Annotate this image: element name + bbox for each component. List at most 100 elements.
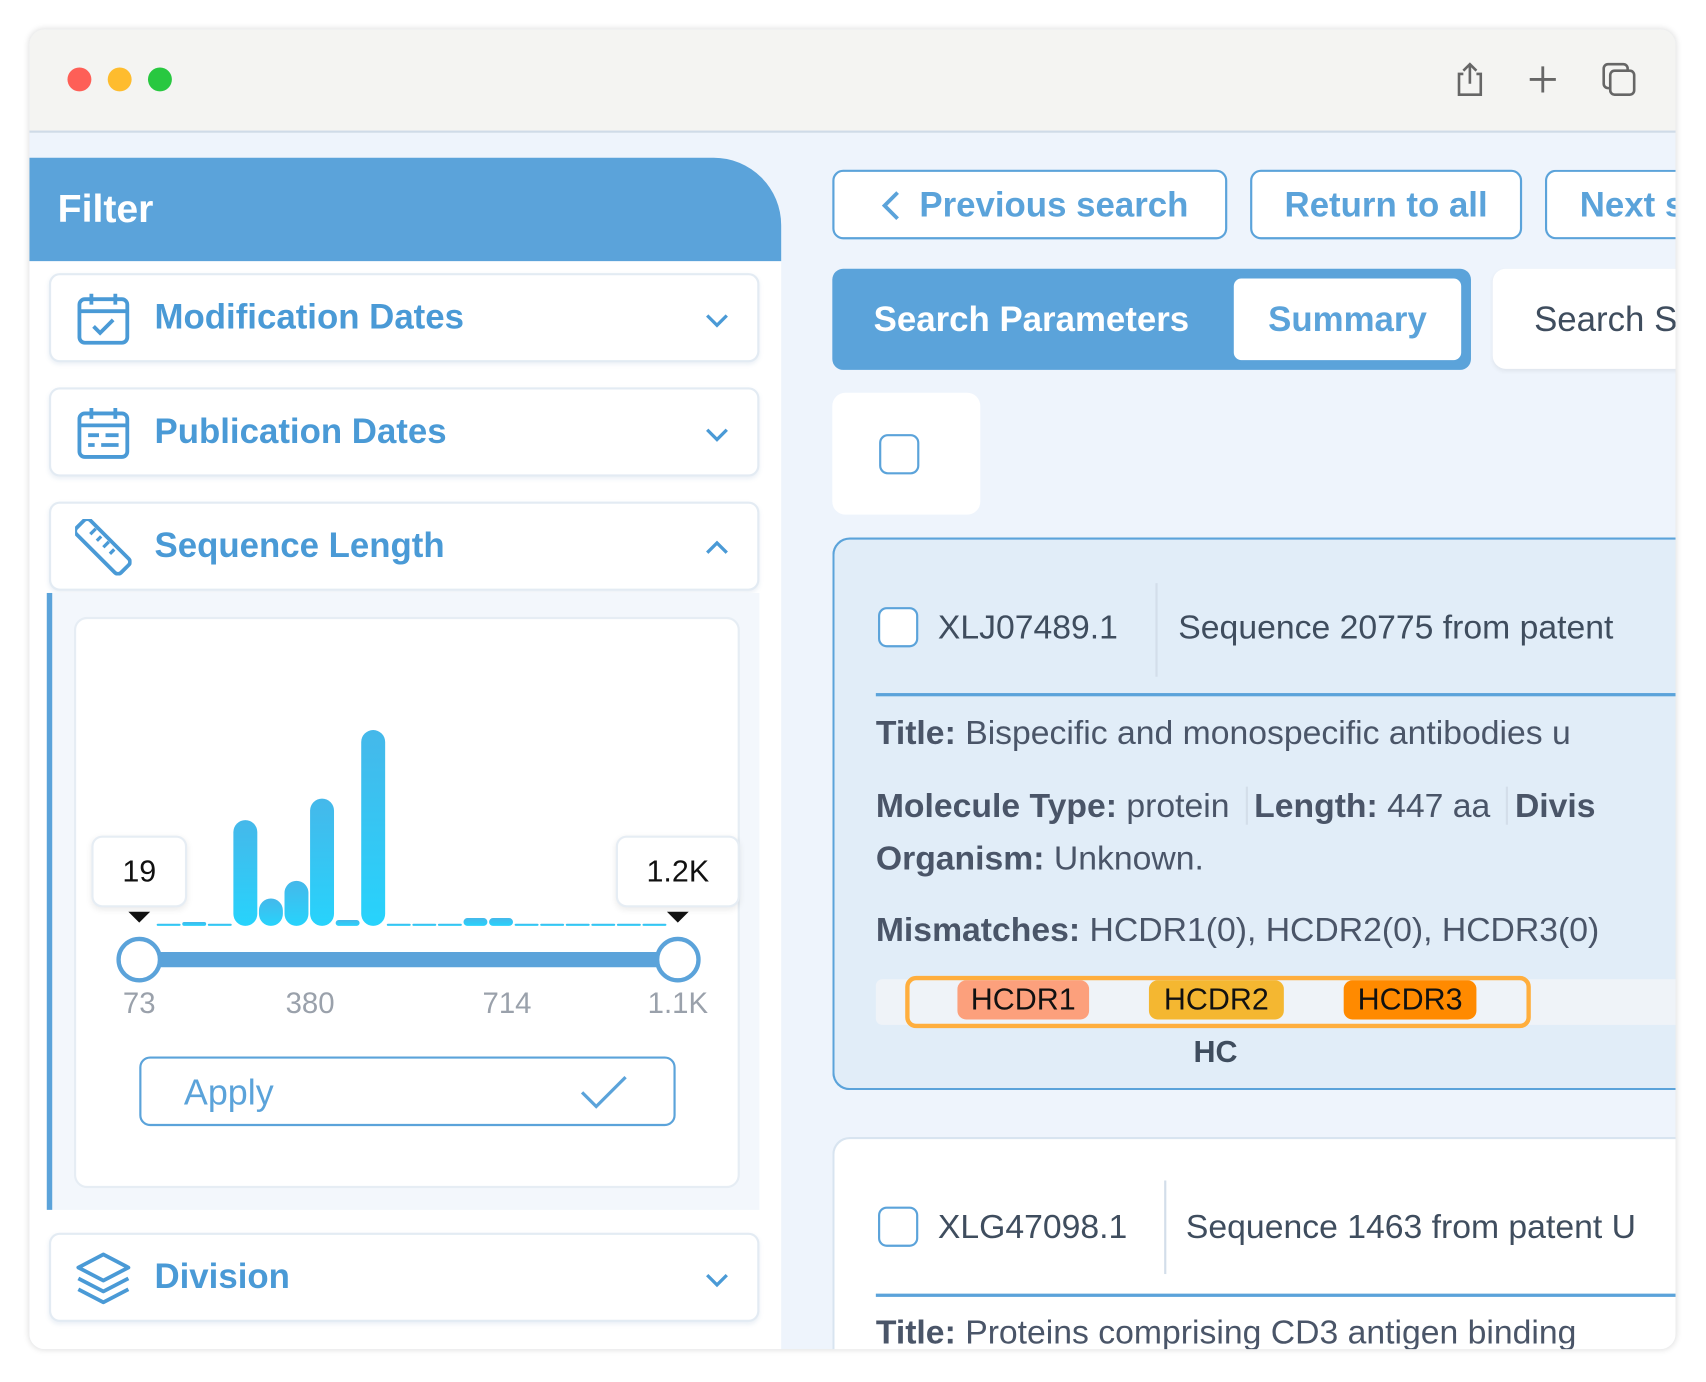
result-title-row: Title: Proteins comprising CD3 antigen b… (876, 1313, 1577, 1349)
result-card: XLG47098.1 Sequence 1463 from patent U T… (832, 1136, 1676, 1350)
chevron-down-icon (706, 314, 728, 328)
tick-label: 1.1K (647, 986, 709, 1020)
chevron-left-icon (881, 191, 899, 221)
result-meta-row: Molecule Type: protein Length: 447 aa Di… (875, 786, 1596, 826)
region-hcdr1[interactable]: HCDR1 (957, 980, 1090, 1020)
histogram-bar (233, 820, 258, 926)
filter-header: Filter (29, 157, 782, 262)
tick-label: 714 (482, 986, 532, 1020)
hc-region: HCDR1 HCDR2 HCDR3 (905, 975, 1531, 1029)
title-label: Title: (875, 713, 956, 752)
histogram-bar (437, 923, 462, 926)
histogram-bar (207, 923, 232, 926)
molecule-label: Molecule Type: (875, 786, 1117, 825)
min-tooltip: 19 (91, 835, 188, 908)
chevron-down-icon (706, 428, 728, 442)
organism-label: Organism: (875, 838, 1045, 877)
histogram-bar (284, 880, 309, 926)
ruler-icon (75, 518, 132, 576)
accordion-label: Modification Dates (154, 297, 464, 337)
accordion-publication-dates[interactable]: Publication Dates (48, 387, 760, 477)
title-label: Title: (875, 1313, 956, 1350)
histogram-bar (361, 730, 386, 926)
region-hcdr2[interactable]: HCDR2 (1148, 980, 1284, 1020)
result-id[interactable]: XLJ07489.1 (938, 608, 1118, 647)
result-description: Sequence 20775 from patent (1178, 608, 1614, 647)
histogram-bar (335, 920, 360, 926)
browser-window: Filter Modification Dates Publication Da… (29, 29, 1676, 1350)
tab-search[interactable]: Search S (1492, 268, 1676, 369)
chain-label: HC (1193, 1034, 1238, 1069)
mismatches-label: Mismatches: (875, 910, 1081, 949)
mismatches-value: HCDR1(0), HCDR2(0), HCDR3(0) (1089, 910, 1600, 949)
select-all-box (832, 392, 981, 515)
separator (875, 1293, 1676, 1297)
tabs-icon[interactable] (1599, 60, 1638, 99)
title-value: Bispecific and monospecific antibodies u (965, 713, 1571, 752)
apply-button[interactable]: Apply (139, 1056, 676, 1127)
slider-max-handle[interactable] (654, 936, 701, 983)
calendar-icon (77, 408, 130, 459)
result-id[interactable]: XLG47098.1 (938, 1208, 1127, 1247)
view-tabs: Search Parameters Summary (832, 268, 1471, 370)
result-title-row: Title: Bispecific and monospecific antib… (876, 714, 1571, 753)
divider (1164, 1180, 1167, 1275)
length-value: 447 aa (1387, 786, 1491, 825)
select-all-checkbox[interactable] (879, 434, 920, 475)
title-value: Proteins comprising CD3 antigen binding (965, 1313, 1577, 1350)
sequence-length-card: 19 1.2K 73 380 714 1.1K Apply (73, 616, 740, 1189)
divider (1155, 583, 1158, 677)
accordion-modification-dates[interactable]: Modification Dates (48, 273, 760, 363)
apply-label: Apply (183, 1071, 274, 1112)
result-description: Sequence 1463 from patent U (1185, 1207, 1636, 1246)
tab-search-parameters[interactable]: Search Parameters (874, 299, 1189, 339)
minimize-window-button[interactable] (107, 67, 132, 92)
histogram-bar (565, 923, 590, 926)
close-window-button[interactable] (67, 67, 92, 92)
histogram-bar (642, 923, 667, 926)
next-label: Next s (1579, 184, 1676, 225)
division-label: Divis (1514, 786, 1596, 825)
result-checkbox[interactable] (878, 607, 919, 648)
histogram-bar (514, 923, 539, 926)
accordion-label: Division (154, 1256, 290, 1296)
previous-search-button[interactable]: Previous search (832, 169, 1228, 240)
accordion-label: Publication Dates (154, 411, 447, 451)
region-hcdr3[interactable]: HCDR3 (1343, 980, 1477, 1020)
previous-search-label: Previous search (919, 184, 1189, 225)
return-to-all-button[interactable]: Return to all (1250, 169, 1523, 240)
result-checkbox[interactable] (878, 1206, 919, 1247)
slider-min-handle[interactable] (116, 936, 163, 983)
filter-title: Filter (57, 186, 154, 231)
accordion-sequence-length[interactable]: Sequence Length (48, 501, 760, 591)
chevron-up-icon (706, 540, 728, 554)
result-mismatches-row: Mismatches: HCDR1(0), HCDR2(0), HCDR3(0) (876, 911, 1599, 950)
accordion-division[interactable]: Division (48, 1232, 760, 1322)
plus-icon[interactable] (1523, 60, 1562, 99)
tab-search-label: Search S (1534, 299, 1676, 339)
histogram-bar (182, 921, 207, 926)
histogram-bar (489, 918, 513, 926)
separator (875, 693, 1676, 697)
histogram-bar (412, 923, 437, 926)
max-tooltip: 1.2K (615, 835, 740, 908)
length-label: Length: (1254, 786, 1378, 825)
next-search-button[interactable]: Next s (1544, 169, 1676, 240)
tick-label: 73 (122, 986, 156, 1020)
histogram-bar (616, 923, 641, 926)
layers-icon (76, 1252, 131, 1305)
histogram-bar (591, 923, 616, 926)
molecule-value: protein (1126, 786, 1230, 825)
tick-label: 380 (285, 986, 335, 1020)
slider-track[interactable] (139, 952, 679, 968)
tab-summary[interactable]: Summary (1233, 278, 1462, 361)
accordion-label: Sequence Length (154, 525, 445, 565)
return-label: Return to all (1284, 184, 1488, 225)
maximize-window-button[interactable] (147, 67, 172, 92)
histogram-bar (156, 923, 181, 926)
organism-value: Unknown. (1053, 838, 1204, 877)
share-icon[interactable] (1450, 60, 1489, 99)
histogram-bar (540, 923, 565, 926)
histogram-bar (463, 918, 488, 926)
histogram-bar (386, 923, 411, 926)
